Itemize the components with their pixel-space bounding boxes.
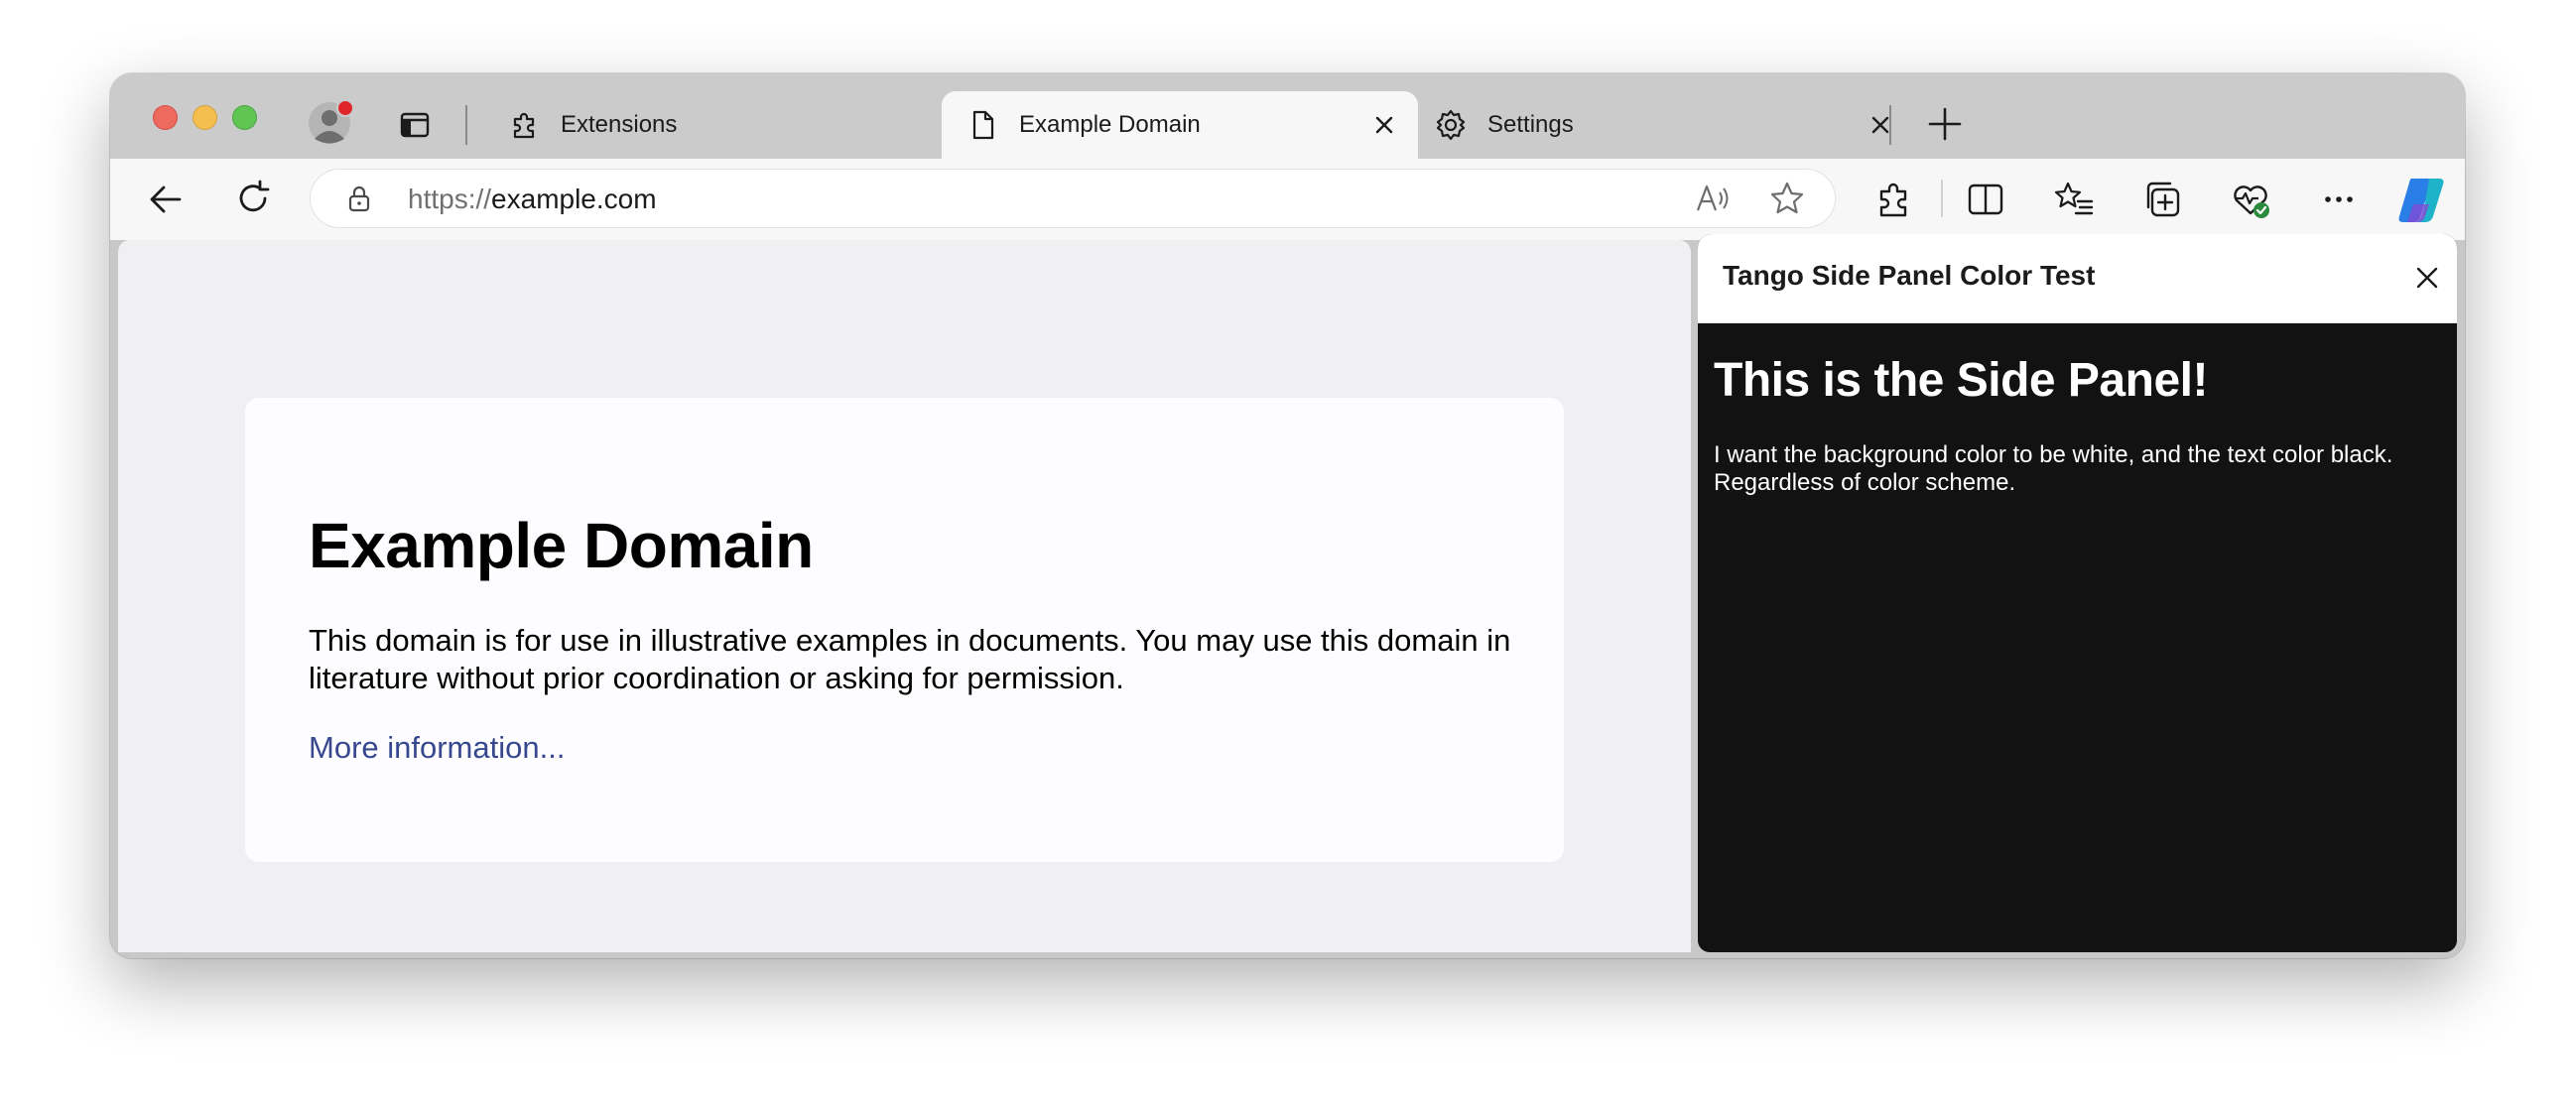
side-panel-header: Tango Side Panel Color Test bbox=[1698, 234, 2457, 323]
document-icon bbox=[972, 110, 994, 140]
url-scheme: https:// bbox=[408, 184, 492, 214]
read-aloud-icon[interactable] bbox=[1694, 181, 1730, 216]
page-heading: Example Domain bbox=[309, 510, 814, 581]
tab-label: Extensions bbox=[561, 111, 678, 138]
tab-settings[interactable]: Settings bbox=[1418, 91, 1980, 159]
address-bar[interactable]: https://example.com bbox=[311, 170, 1835, 227]
more-options-icon[interactable] bbox=[2317, 178, 2361, 221]
vertical-tabs-button[interactable] bbox=[398, 108, 432, 142]
favorites-icon[interactable] bbox=[2052, 178, 2096, 221]
puzzle-icon bbox=[513, 112, 535, 139]
browser-essentials-icon[interactable] bbox=[2229, 178, 2272, 221]
browser-window: Extensions Example Domain Settings https… bbox=[110, 73, 2465, 958]
side-panel: Tango Side Panel Color Test This is the … bbox=[1698, 234, 2457, 952]
copilot-icon[interactable] bbox=[2395, 175, 2447, 224]
minimize-window-button[interactable] bbox=[193, 105, 217, 130]
reload-icon[interactable] bbox=[232, 178, 276, 221]
close-side-panel-icon[interactable] bbox=[2410, 261, 2444, 295]
close-tab-icon[interactable] bbox=[1372, 113, 1396, 137]
extensions-icon[interactable] bbox=[1871, 178, 1915, 221]
back-icon[interactable] bbox=[144, 178, 188, 221]
tab-label: Settings bbox=[1487, 111, 1574, 138]
tab-strip: Extensions Example Domain Settings bbox=[110, 73, 2465, 159]
collections-icon[interactable] bbox=[2140, 178, 2184, 221]
vertical-tabs-icon bbox=[400, 112, 430, 138]
side-panel-text: I want the background color to be white,… bbox=[1714, 441, 2393, 496]
new-tab-icon[interactable] bbox=[1925, 104, 1965, 144]
toolbar: https://example.com bbox=[110, 159, 2465, 240]
zoom-window-button[interactable] bbox=[232, 105, 257, 130]
lock-icon[interactable] bbox=[344, 184, 374, 213]
url-host: example.com bbox=[491, 184, 657, 214]
page-body-text: This domain is for use in illustrative e… bbox=[309, 623, 1511, 695]
split-screen-icon[interactable] bbox=[1964, 178, 2007, 221]
tab-example-domain[interactable]: Example Domain bbox=[942, 91, 1418, 159]
close-window-button[interactable] bbox=[153, 105, 178, 130]
tab-label: Example Domain bbox=[1019, 111, 1201, 138]
side-panel-title: Tango Side Panel Color Test bbox=[1723, 260, 2096, 291]
favorite-star-icon[interactable] bbox=[1769, 181, 1805, 216]
side-panel-heading: This is the Side Panel! bbox=[1714, 354, 2208, 407]
web-content-area: Example Domain This domain is for use in… bbox=[118, 240, 1691, 952]
tab-separator bbox=[465, 105, 467, 145]
gear-icon bbox=[1436, 109, 1466, 141]
profile-button[interactable] bbox=[308, 99, 354, 145]
notification-dot bbox=[336, 99, 354, 117]
more-information-link[interactable]: More information... bbox=[309, 730, 565, 766]
toolbar-separator bbox=[1941, 180, 1943, 217]
tab-separator bbox=[1889, 105, 1891, 145]
content-card: Example Domain This domain is for use in… bbox=[245, 398, 1564, 862]
url-text[interactable]: https://example.com bbox=[408, 184, 657, 215]
